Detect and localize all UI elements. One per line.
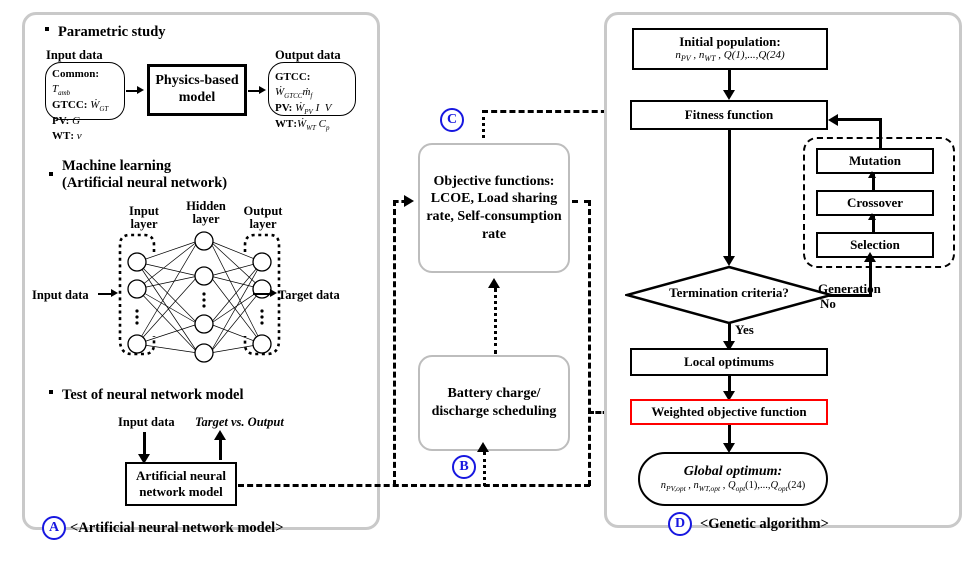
local-optimums-box: Local optimums [630, 348, 828, 376]
caption-ann-panel: <Artificial neural network model> [70, 520, 284, 536]
bullet-dot-icon [49, 172, 53, 176]
output-data-title: Output data [275, 48, 341, 62]
nn-output-arrowhead-icon [270, 289, 277, 297]
initial-population-vars: nPV , nWT , Q(1),...,Q(24) [675, 49, 785, 64]
nn-input-data-label: Input data [32, 288, 89, 302]
marker-b: B [452, 455, 476, 479]
input-row-2: PV: G [52, 115, 81, 128]
output-row-2: WT:ẆWT Cp [275, 118, 330, 133]
connector-objective-out-top [572, 200, 590, 203]
connector-battery-to-objective [494, 288, 497, 354]
artificial-neural-network-model-box: Artificial neural network model [125, 462, 237, 506]
input-data-box: Common: Tamb GTCC: ẆGT PV: G WT: v [45, 62, 125, 142]
objective-functions-box: Objective functions: LCOE, Load sharing … [418, 143, 570, 273]
connector-c-to-fitness [482, 110, 616, 113]
heading-machine-learning: Machine learning (Artificial neural netw… [49, 158, 227, 191]
connector-annmodel-to-right [238, 484, 590, 487]
input-row-1: GTCC: ẆGT [52, 98, 109, 114]
arrowhead-no-branch-to-selection-icon [864, 252, 876, 262]
line-mutation-to-top [879, 118, 882, 150]
marker-a: A [42, 516, 66, 540]
caption-ga-panel: <Genetic algorithm> [700, 516, 829, 532]
physics-based-model-box: Physics-based model [147, 64, 247, 116]
heading-test-of-nn-model: Test of neural network model [49, 387, 244, 404]
global-optimum-box: Global optimum: nPV,opt , nWT,opt , Qopt… [638, 452, 828, 506]
arrowhead-into-objective-icon [404, 195, 414, 207]
layer-label-hidden: Hidden layer [186, 199, 226, 227]
arrowhead-b-to-battery-icon [477, 442, 489, 452]
nn-input-arrowhead-icon [111, 289, 118, 297]
marker-d: D [668, 512, 692, 536]
global-optimum-vars: nPV,opt , nWT,opt , Qopt(1),...,Qopt(24) [660, 480, 806, 494]
weighted-objective-function-box: Weighted objective function [630, 399, 828, 425]
heading-parametric-study: Parametric study [45, 24, 166, 41]
arrowhead-crossover-to-mutation-icon [868, 171, 876, 178]
branch-yes-label: Yes [735, 322, 754, 337]
connector-left-vertical [393, 200, 396, 486]
termination-criteria-label: Termination criteria? [669, 285, 789, 300]
bullet-dot-icon [45, 27, 49, 31]
input-row-0: Common: Tamb [52, 68, 100, 97]
battery-scheduling-box: Battery charge/ discharge scheduling [418, 355, 570, 451]
initial-population-box: Initial population: nPV , nWT , Q(1),...… [632, 28, 828, 70]
test-target-vs-output-label: Target vs. Output [195, 415, 284, 429]
test-output-arrowhead-icon [214, 430, 226, 440]
connector-b-vertical [483, 452, 486, 486]
bullet-dot-icon [49, 390, 53, 394]
output-row-1: PV: ẆPV I V [275, 101, 332, 117]
line-initpop-to-fitness [728, 70, 731, 92]
test-input-data-label: Input data [118, 415, 175, 429]
arrowhead-selection-to-crossover-icon [868, 213, 876, 220]
line-top-to-fitness [838, 118, 882, 121]
input-row-3: WT: v [52, 129, 82, 142]
line-fitness-to-decision [728, 130, 731, 258]
arrowhead-loop-to-fitness-icon [828, 114, 838, 126]
connector-right-vertical [588, 200, 591, 486]
test-input-arrow-line [143, 432, 146, 456]
fitness-function-box: Fitness function [630, 100, 828, 130]
output-data-box: GTCC: ẆGTCCṁf PV: ẆPV I V WT:ẆWT Cp [268, 62, 356, 133]
arrowhead-model-to-output-icon [259, 86, 266, 94]
nn-output-arrow-line [253, 293, 271, 295]
global-optimum-title: Global optimum: [683, 464, 783, 480]
marker-c: C [440, 108, 464, 132]
connector-c-vertical [482, 110, 485, 138]
arrowhead-initpop-to-fitness-icon [723, 90, 735, 100]
output-row-0: GTCC: ẆGTCCṁf [275, 71, 313, 100]
nn-input-arrow-line [98, 293, 112, 295]
nn-target-data-label: Target data [278, 288, 340, 302]
arrowhead-input-to-model-icon [137, 86, 144, 94]
input-data-title: Input data [46, 48, 103, 62]
arrowhead-battery-to-objective-icon [488, 278, 500, 288]
